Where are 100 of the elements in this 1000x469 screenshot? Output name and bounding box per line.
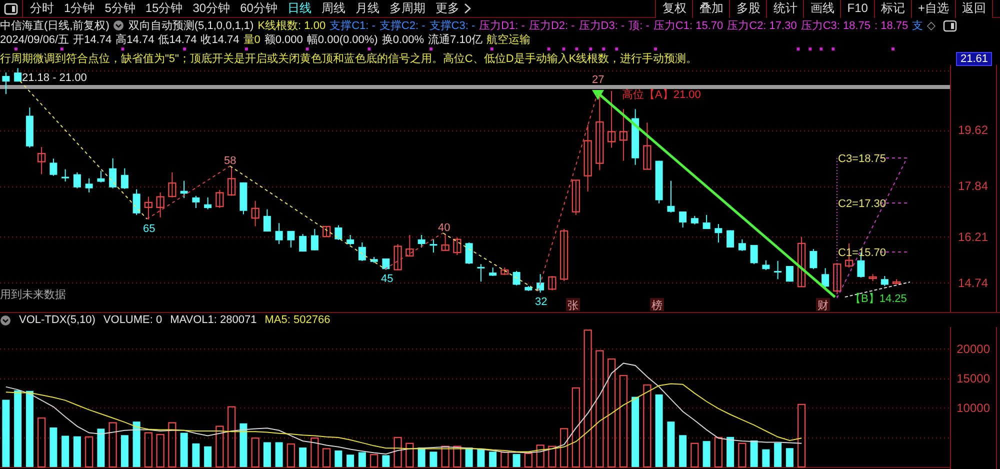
candlestick [26,107,34,148]
quote-value: 额0.000 [264,32,303,46]
chart-label: 21.18 - 21.00 [22,72,87,84]
candlestick [643,122,652,170]
candlestick [251,200,260,227]
volume-bar [334,450,342,467]
indicator-value: K线根数: 1.00 [258,18,326,32]
candlestick [132,188,140,216]
period-tab[interactable]: 15分钟 [140,0,188,17]
candlestick [786,265,794,282]
volume-bar [37,417,46,468]
volume-bar [750,440,758,467]
period-tab[interactable]: 周线 [316,0,350,17]
toolbar-button[interactable]: 多股 [729,0,766,18]
period-tab[interactable]: 30分钟 [188,0,236,17]
stock-title: 中信海直(日线,前复权) [0,18,110,32]
candlestick [204,196,212,210]
volume-bar [548,446,556,468]
instruction-text: 行周期微调到符合点位，缺省值为"5"；顶底开关是开启或关闭黄色顶和蓝色底的信号之用。高位C、低位D是手动输入K线根数，进行手动预测。 [0,52,698,64]
quote-value: 开14.74 [73,32,112,46]
candlestick [632,108,640,166]
candlestick [216,189,224,209]
candlestick [810,248,818,270]
period-tab[interactable]: 多周期 [384,0,430,17]
volume-bar [524,452,533,468]
volume-bar [394,436,402,468]
axis-label: 19.62 [958,123,988,138]
volume-bar [346,454,354,467]
candlestick [690,215,698,225]
period-tab[interactable]: 日线 [282,0,316,17]
volume-bar [358,452,366,467]
quote-value: 收14.74 [200,32,240,46]
indicator-value: 顶: - [628,18,650,32]
volume-bar [322,448,331,468]
candlestick [572,180,580,216]
indicator-value: VOLUME: 0 [103,313,162,327]
volume-bar [299,448,307,467]
quote-value: 2024/09/06/五 [0,32,70,46]
toolbar-button[interactable]: 画线 [803,0,840,18]
indicator-value: 压力C1: 15.70 [653,18,724,32]
candlestick [418,234,426,248]
toolbar-button[interactable]: +自选 [910,0,955,18]
candlestick [548,276,556,291]
indicator-name: 双向自动预测(5,1,0,0,1,1) [128,18,254,32]
candlestick [536,274,544,294]
period-tab[interactable]: 月线 [350,0,384,17]
chart-label: 27 [592,74,604,86]
candlestick [168,172,176,198]
volume-bar [797,404,806,468]
volume-bar [690,442,699,468]
chart-label: 40 [438,222,450,234]
candlestick [762,260,770,271]
chevron-right-icon[interactable] [464,3,472,14]
panel-toggle-icon[interactable] [943,20,958,32]
candlestick [310,228,318,251]
candlestick [880,276,888,287]
toolbar-button[interactable]: 返回 [955,0,992,18]
event-marker: 榜 [650,298,664,312]
toolbar-button[interactable]: 复权 [655,0,692,18]
candlestick [477,264,485,282]
period-tab[interactable]: 分时 [25,0,59,17]
volume-bar [453,446,462,468]
toolbar-button[interactable]: 统计 [766,0,804,18]
chart-label: C2=17.30 [838,198,886,210]
axis-label: 17.84 [958,178,988,193]
candlestick [97,170,105,183]
volume-bar [240,423,248,467]
volume-bar [73,436,81,467]
candlestick [714,224,722,243]
axis-label: 10000 [956,401,990,415]
volume-bar [180,432,188,467]
volume-bar [192,443,200,467]
volume-bar [512,454,520,467]
candlestick [750,244,758,265]
dropdown-icon[interactable] [0,314,11,326]
period-tab[interactable]: 1分钟 [59,0,100,17]
volume-bar [679,435,687,467]
volume-bar [406,442,414,468]
candlestick [774,260,782,280]
period-tab[interactable]: 更多 [430,0,464,17]
candlestick [37,146,46,175]
volume-bar [714,436,723,468]
panel-toggle-icon[interactable] [4,2,18,14]
candlestick [679,211,687,228]
volume-bar [144,432,153,468]
period-tab[interactable]: 60分钟 [235,0,282,17]
volume-bar [441,446,450,468]
candlestick [322,226,331,238]
dropdown-icon[interactable] [113,20,124,31]
volume-bar [2,400,10,467]
candlestick [655,160,663,204]
toolbar-button[interactable]: 叠加 [692,0,730,18]
toolbar-button[interactable]: 标记 [874,0,911,18]
indicator-name: VOL-TDX(5,10) [19,313,96,327]
period-tab[interactable]: 5分钟 [100,0,140,17]
volume-bar [536,444,544,468]
candlestick [299,234,307,252]
candlestick [2,72,10,95]
toolbar-button[interactable]: F10 [840,0,874,18]
candlestick [441,234,450,252]
